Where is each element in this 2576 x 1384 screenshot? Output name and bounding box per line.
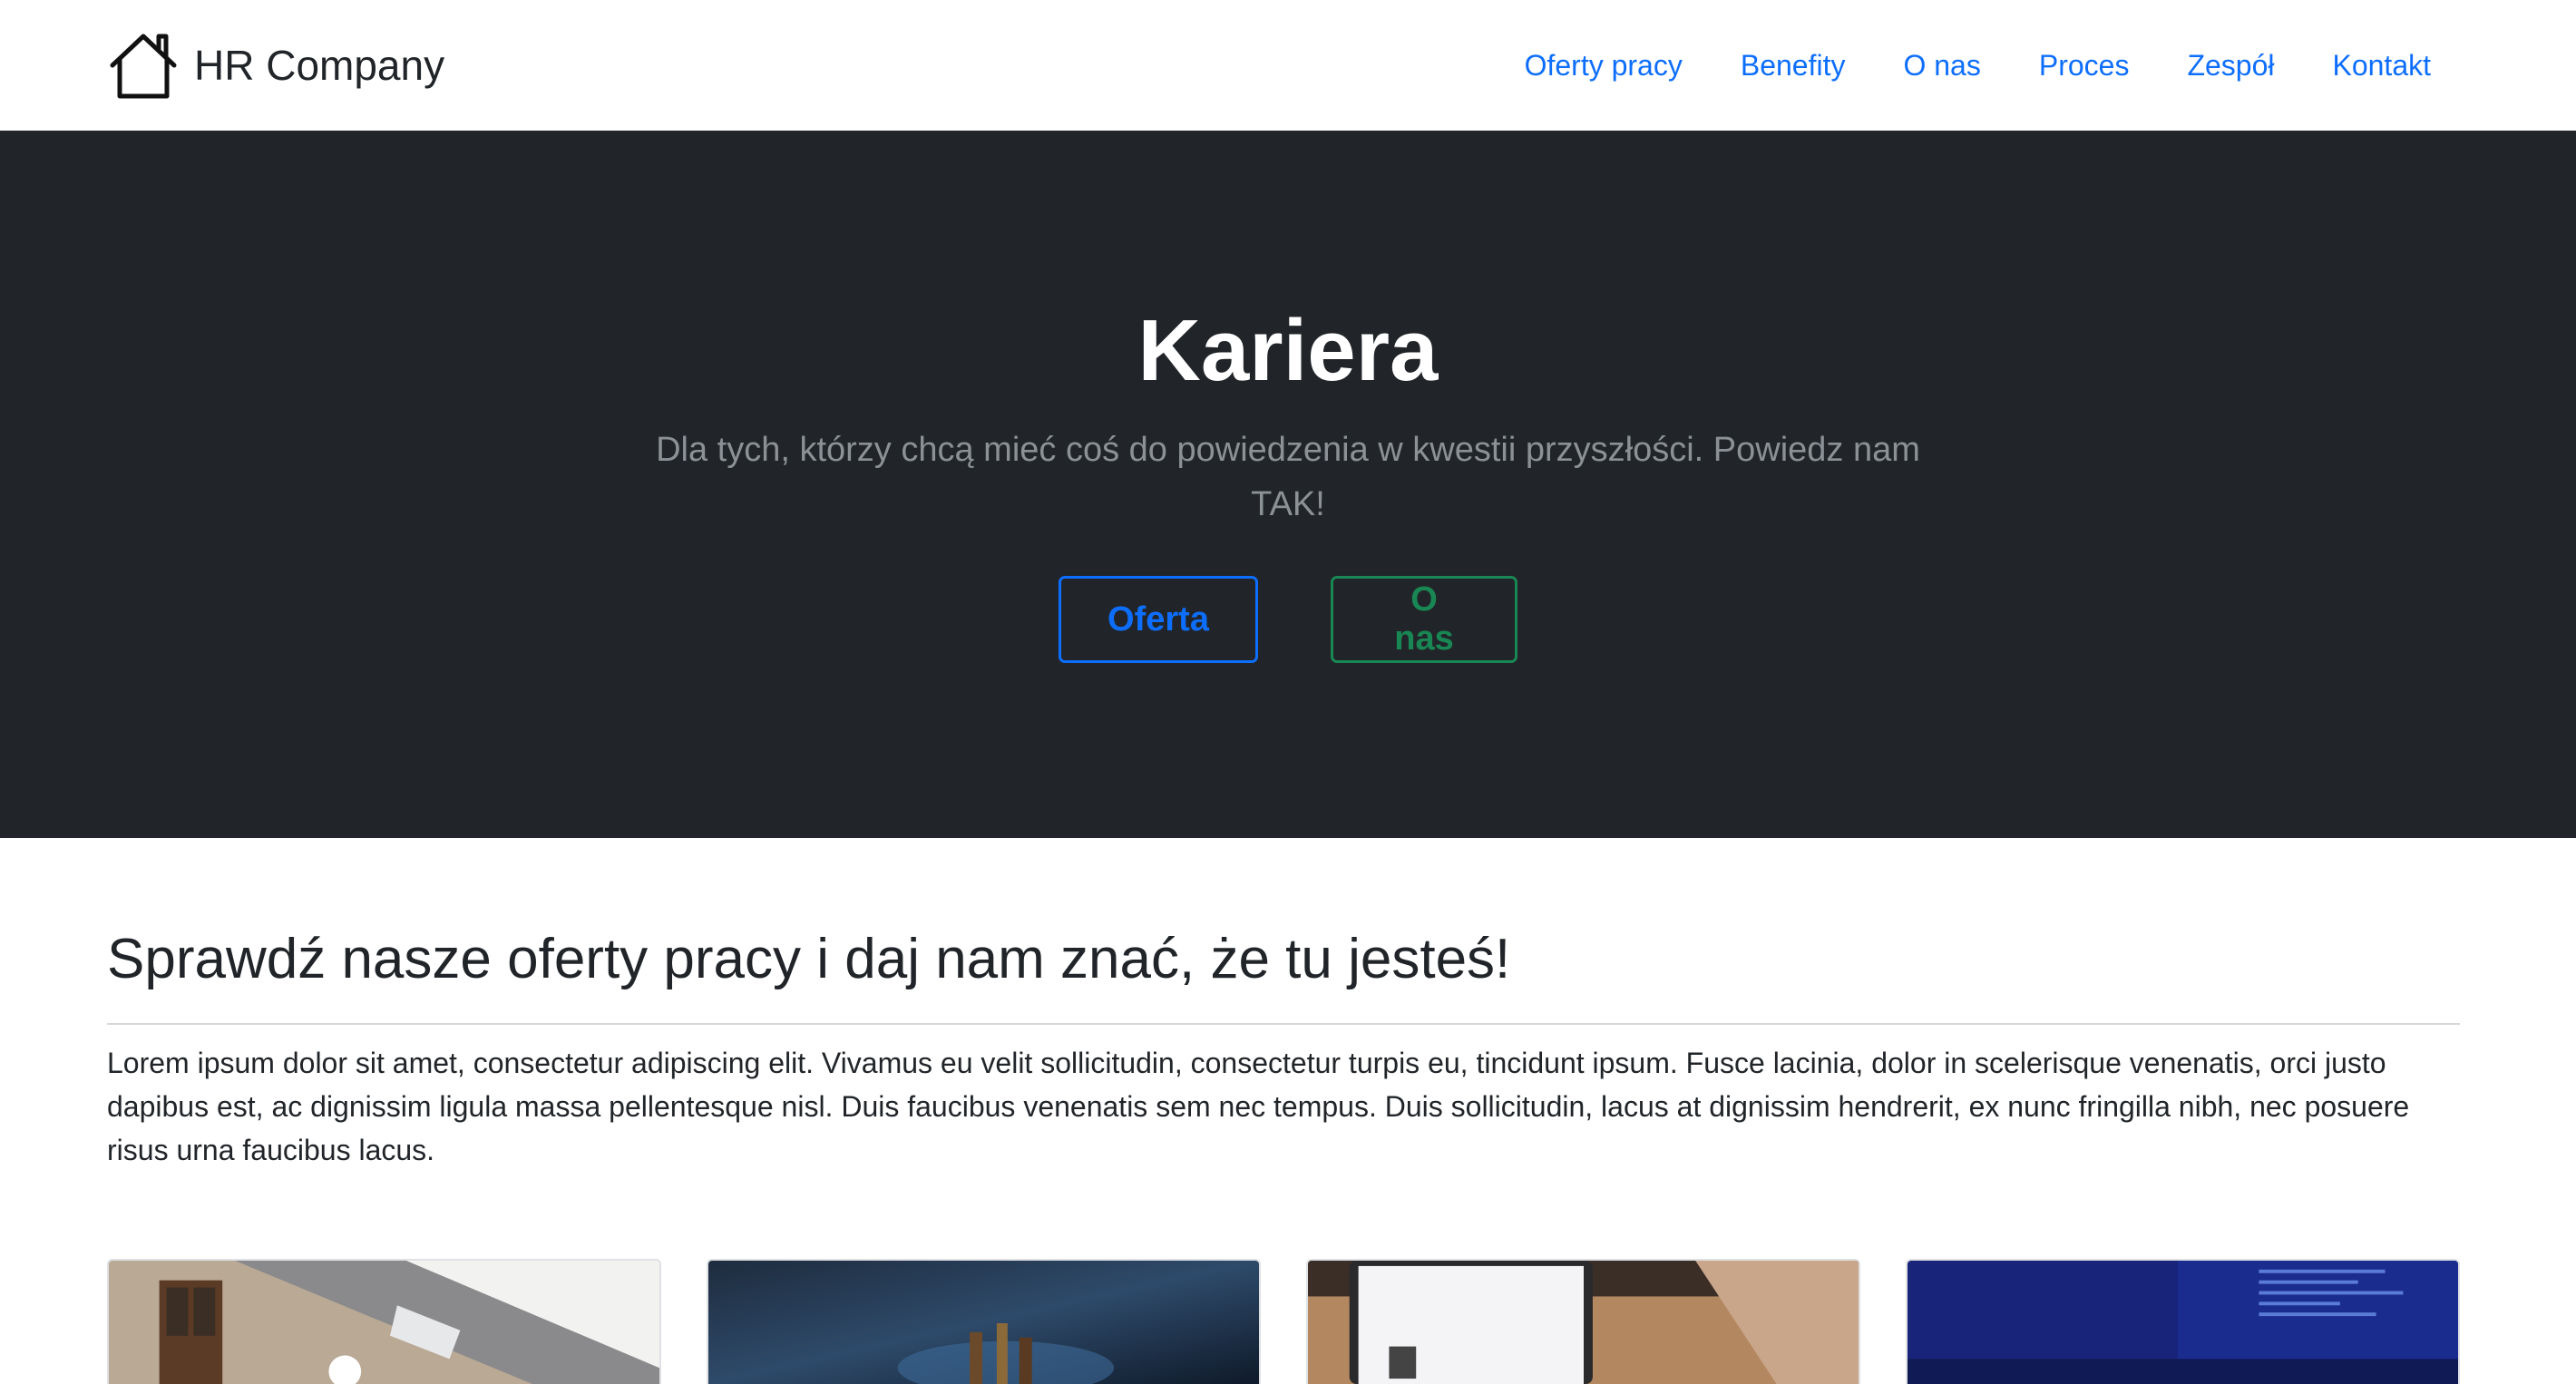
offer-card-image-laptop[interactable] xyxy=(1306,1259,1860,1384)
nav-link-kontakt[interactable]: Kontakt xyxy=(2332,38,2431,93)
offer-button[interactable]: Oferta xyxy=(1059,576,1258,663)
nav-link-benefity[interactable]: Benefity xyxy=(1741,38,1846,93)
offers-description: Lorem ipsum dolor sit amet, consectetur … xyxy=(107,1047,2410,1166)
navbar: HR Company Oferty pracy Benefity O nas P… xyxy=(0,0,2576,131)
offer-card-image-code[interactable] xyxy=(1906,1259,2460,1384)
hero-title: Kariera xyxy=(1137,302,1439,399)
offers-heading: Sprawdź nasze oferty pracy i daj nam zna… xyxy=(107,928,1511,990)
offer-cards xyxy=(107,1259,2460,1384)
nav-link-zespol[interactable]: Zespół xyxy=(2187,38,2274,93)
house-icon xyxy=(110,34,177,99)
brand-name: HR Company xyxy=(194,42,445,89)
section-divider xyxy=(107,1023,2460,1025)
hero-section: Kariera Dla tych, którzy chcą mieć coś d… xyxy=(0,131,2576,838)
brand-link[interactable]: HR Company xyxy=(107,31,444,100)
about-button[interactable]: O nas xyxy=(1331,576,1517,663)
hero-lead: Dla tych, którzy chcą mieć coś do powied… xyxy=(656,431,1920,523)
nav-link-o-nas[interactable]: O nas xyxy=(1903,38,1980,93)
hero-buttons: Oferta O nas xyxy=(0,576,2576,663)
nav-link-oferty-pracy[interactable]: Oferty pracy xyxy=(1525,38,1683,93)
nav-link-proces[interactable]: Proces xyxy=(2039,38,2130,93)
offer-card-image-house[interactable] xyxy=(107,1259,661,1384)
offer-card-image-chess[interactable] xyxy=(707,1259,1261,1384)
main-nav: Oferty pracy Benefity O nas Proces Zespó… xyxy=(1525,38,2431,93)
